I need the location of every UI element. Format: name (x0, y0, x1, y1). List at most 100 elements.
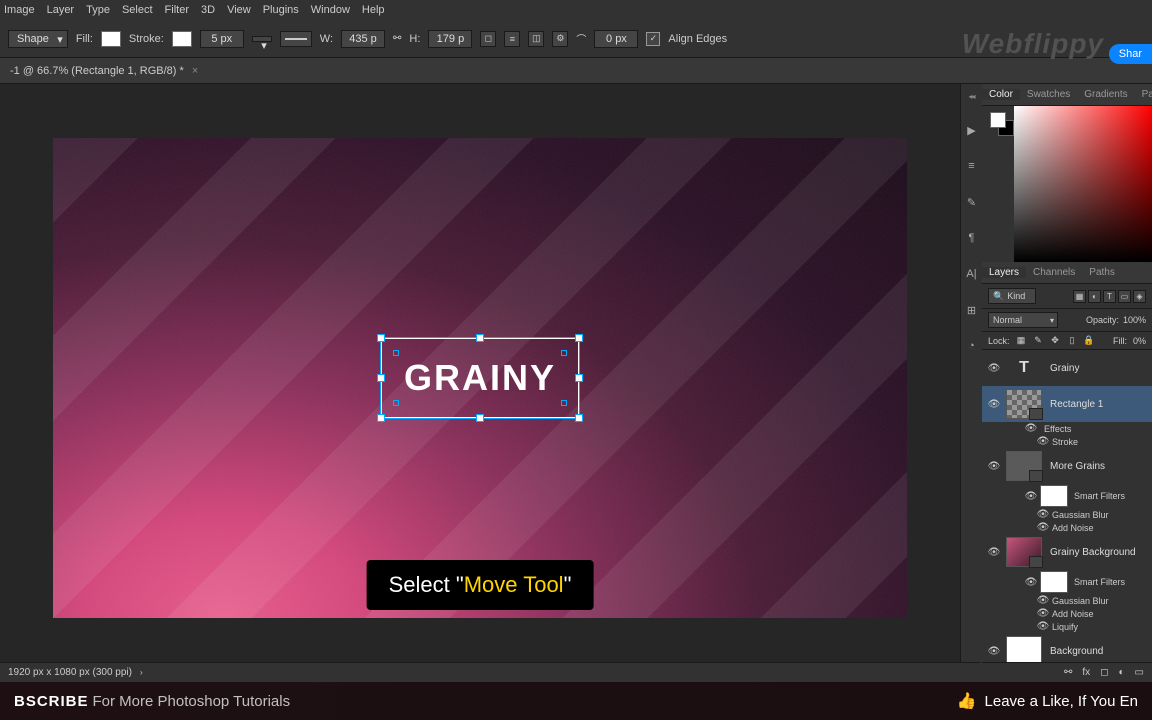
width-input[interactable]: 435 p (341, 30, 385, 48)
filter-smart-icon[interactable]: ◈ (1133, 290, 1146, 303)
menu-type[interactable]: Type (86, 4, 110, 16)
foreground-color-swatch[interactable] (990, 112, 1006, 128)
layer-name[interactable]: Grainy Background (1050, 547, 1136, 558)
adjustment-icon[interactable]: ◐ (1119, 667, 1125, 678)
menu-select[interactable]: Select (122, 4, 153, 16)
layer-name[interactable]: Background (1050, 646, 1103, 657)
layer-background[interactable]: 👁 Background (982, 633, 1152, 662)
transform-bounding-box[interactable] (380, 337, 580, 419)
visibility-icon[interactable]: 👁 (1034, 522, 1052, 533)
lock-pixel-icon[interactable]: ✎ (1033, 335, 1044, 346)
stroke-width-input[interactable]: 5 px (200, 30, 244, 48)
opacity-value[interactable]: 100% (1123, 315, 1146, 325)
tab-layers[interactable]: Layers (982, 267, 1026, 278)
collapse-icon[interactable]: ◂◂ (968, 92, 974, 101)
document-tab[interactable]: -1 @ 66.7% (Rectangle 1, RGB/8) * × (0, 58, 1152, 84)
lock-all-icon[interactable]: 🔒 (1084, 335, 1095, 346)
effects-row[interactable]: 👁 Effects (982, 422, 1152, 435)
color-picker[interactable] (1014, 106, 1152, 262)
filter-shape-icon[interactable]: ▭ (1118, 290, 1131, 303)
menu-plugins[interactable]: Plugins (263, 4, 299, 16)
effect-stroke[interactable]: 👁 Stroke (982, 435, 1152, 448)
handle-bot-right[interactable] (575, 414, 583, 422)
handle-mid-left[interactable] (377, 374, 385, 382)
canvas-zone[interactable]: GRAINY Select "Move Tool" (0, 84, 960, 682)
link-icon[interactable]: ⚯ (393, 33, 401, 44)
visibility-icon[interactable]: 👁 (1034, 621, 1052, 632)
visibility-icon[interactable]: 👁 (1022, 577, 1040, 588)
stroke-style-dropdown[interactable] (280, 31, 312, 47)
tab-gradients[interactable]: Gradients (1077, 89, 1134, 100)
visibility-icon[interactable]: 👁 (1022, 491, 1040, 502)
fill-value[interactable]: 0% (1133, 336, 1146, 346)
filter-add-noise-2[interactable]: 👁 Add Noise (982, 607, 1152, 620)
filter-pixel-icon[interactable]: ▦ (1073, 290, 1086, 303)
align-edges-checkbox[interactable]: ✓ (646, 32, 660, 46)
character-icon[interactable]: A| (965, 267, 979, 281)
filter-add-noise[interactable]: 👁 Add Noise (982, 521, 1152, 534)
history-icon[interactable]: ≡ (965, 159, 979, 173)
layer-grainy-text[interactable]: 👁 T Grainy (982, 350, 1152, 386)
stroke-swatch[interactable] (172, 31, 192, 47)
tab-patterns[interactable]: Patte (1135, 89, 1152, 100)
close-icon[interactable]: × (192, 65, 198, 77)
handle-top-right[interactable] (575, 334, 583, 342)
menu-layer[interactable]: Layer (47, 4, 75, 16)
visibility-icon[interactable]: 👁 (982, 646, 1006, 657)
layer-rectangle-1[interactable]: 👁 Rectangle 1 (982, 386, 1152, 422)
blend-mode-select[interactable]: Normal (988, 312, 1058, 328)
menu-image[interactable]: Image (4, 4, 35, 16)
handle-bot-mid[interactable] (476, 414, 484, 422)
path-arrange-icon[interactable]: ◫ (528, 31, 544, 47)
filter-liquify[interactable]: 👁 Liquify (982, 620, 1152, 633)
smart-filters-row-2[interactable]: 👁 Smart Filters (982, 570, 1152, 594)
filter-adjust-icon[interactable]: ◐ (1088, 290, 1101, 303)
handle-bot-left[interactable] (377, 414, 385, 422)
visibility-icon[interactable]: 👁 (1034, 608, 1052, 619)
handle-top-mid[interactable] (476, 334, 484, 342)
menu-filter[interactable]: Filter (165, 4, 189, 16)
link-layers-icon[interactable]: ⚯ (1064, 667, 1072, 678)
fx-icon[interactable]: fx (1082, 667, 1090, 678)
visibility-icon[interactable]: 👁 (1034, 436, 1052, 447)
fill-swatch[interactable] (101, 31, 121, 47)
chevron-right-icon[interactable]: › (140, 668, 143, 677)
corner-radius-input[interactable]: 0 px (594, 30, 638, 48)
glyphs-icon[interactable]: ⊞ (965, 303, 979, 317)
info-icon[interactable]: ◔ (965, 339, 979, 353)
filter-gaussian[interactable]: 👁 Gaussian Blur (982, 508, 1152, 521)
menu-window[interactable]: Window (311, 4, 350, 16)
play-icon[interactable]: ▶ (965, 123, 979, 137)
path-combine-icon[interactable]: ◻ (480, 31, 496, 47)
visibility-icon[interactable]: 👁 (1034, 509, 1052, 520)
shape-mode-dropdown[interactable]: Shape (8, 30, 68, 48)
tab-channels[interactable]: Channels (1026, 267, 1082, 278)
layer-name[interactable]: Rectangle 1 (1050, 399, 1103, 410)
tab-color[interactable]: Color (982, 89, 1020, 100)
height-input[interactable]: 179 p (428, 30, 472, 48)
gear-icon[interactable]: ⚙ (552, 31, 568, 47)
menu-view[interactable]: View (227, 4, 251, 16)
smart-filters-row[interactable]: 👁 Smart Filters (982, 484, 1152, 508)
filter-gaussian-2[interactable]: 👁 Gaussian Blur (982, 594, 1152, 607)
path-align-icon[interactable]: ≡ (504, 31, 520, 47)
lock-position-icon[interactable]: ✥ (1050, 335, 1061, 346)
share-button[interactable]: Shar (1109, 44, 1152, 64)
handle-top-left[interactable] (377, 334, 385, 342)
group-icon[interactable]: ▭ (1135, 667, 1144, 678)
tab-paths[interactable]: Paths (1082, 267, 1122, 278)
visibility-icon[interactable]: 👁 (982, 363, 1006, 374)
menu-3d[interactable]: 3D (201, 4, 215, 16)
paragraph-icon[interactable]: ¶ (965, 231, 979, 245)
layers-filter-kind[interactable]: 🔍Kind (988, 288, 1036, 304)
visibility-icon[interactable]: 👁 (982, 461, 1006, 472)
layer-name[interactable]: Grainy (1050, 363, 1079, 374)
layer-grainy-background[interactable]: 👁 Grainy Background (982, 534, 1152, 570)
layer-more-grains[interactable]: 👁 More Grains (982, 448, 1152, 484)
lock-artboard-icon[interactable]: ▯ (1067, 335, 1078, 346)
visibility-icon[interactable]: 👁 (982, 399, 1006, 410)
visibility-icon[interactable]: 👁 (1022, 423, 1040, 434)
handle-mid-right[interactable] (575, 374, 583, 382)
visibility-icon[interactable]: 👁 (1034, 595, 1052, 606)
stroke-width-dropdown[interactable] (252, 36, 272, 42)
